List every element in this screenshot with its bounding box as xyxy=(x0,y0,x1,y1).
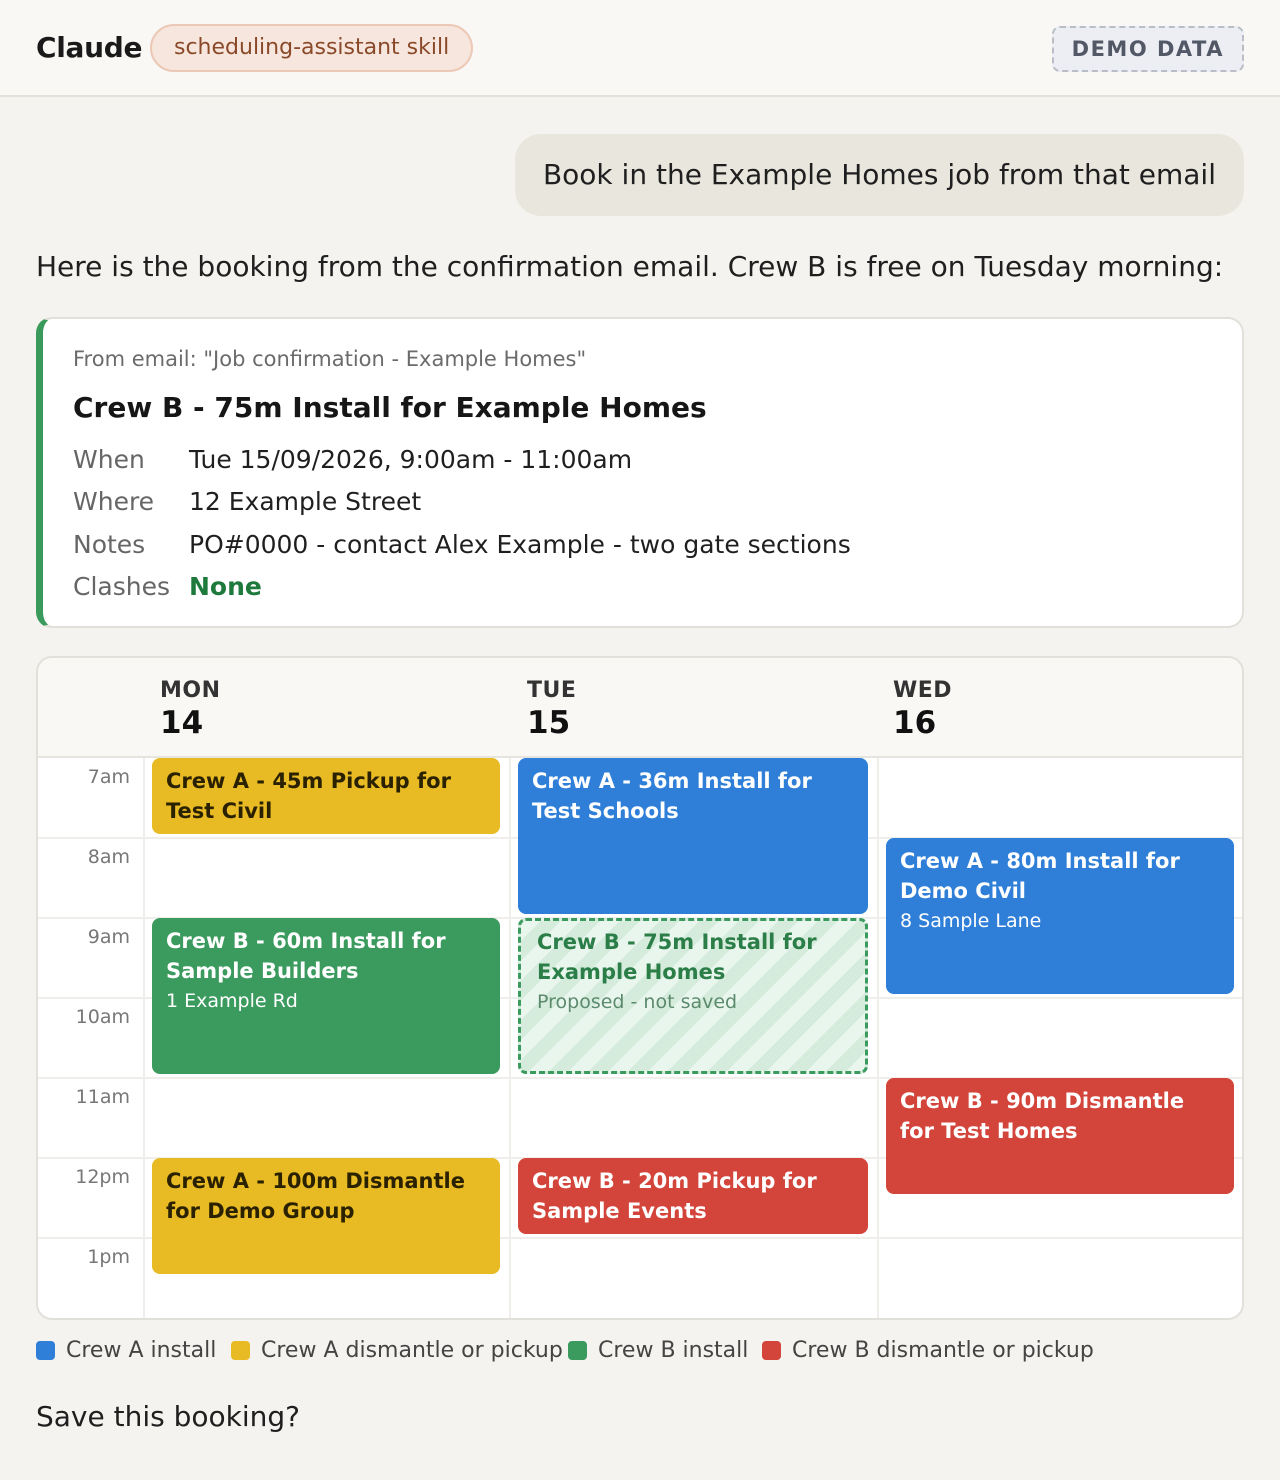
clash-status: None xyxy=(189,572,262,601)
event-wed-install[interactable]: Crew A - 80m Install for Demo Civil 8 Sa… xyxy=(886,838,1234,994)
detail-label: Notes xyxy=(73,530,146,559)
booking-source: From email: "Job confirmation - Example … xyxy=(73,347,587,371)
time-label: 11am xyxy=(75,1086,130,1108)
event-title: Crew B - 20m Pickup for Sample Events xyxy=(532,1169,817,1223)
day-name: WED xyxy=(893,678,953,703)
event-wed-dismantle[interactable]: Crew B - 90m Dismantle for Test Homes xyxy=(886,1078,1234,1194)
calendar-header: MON 14 TUE 15 WED 16 xyxy=(38,658,1242,758)
detail-label: Where xyxy=(73,487,155,516)
day-header-wed: WED 16 xyxy=(893,678,952,741)
event-title: Crew B - 60m Install for Sample Builders xyxy=(166,929,446,983)
day-header-tue: TUE 15 xyxy=(527,678,576,741)
week-calendar: MON 14 TUE 15 WED 16 7am 8am 9am 10am 11… xyxy=(36,656,1244,1320)
detail-value: Tue 15/09/2026, 9:00am - 11:00am xyxy=(189,445,633,474)
calendar-grid: 7am 8am 9am 10am 11am 12pm 1pm Crew A - … xyxy=(38,758,1242,1318)
legend-label: Crew B dismantle or pickup xyxy=(792,1338,1094,1363)
day-column-divider xyxy=(509,758,511,1318)
time-label: 1pm xyxy=(87,1246,130,1268)
legend-label: Crew A install xyxy=(66,1338,217,1363)
time-label: 10am xyxy=(75,1006,130,1028)
demo-data-badge: DEMO DATA xyxy=(1051,26,1244,72)
assistant-intro-text: Here is the booking from the confirmatio… xyxy=(36,250,1224,283)
event-location: 8 Sample Lane xyxy=(900,910,1042,932)
time-label: 8am xyxy=(87,846,130,868)
detail-label: When xyxy=(73,445,145,474)
event-tue-pickup[interactable]: Crew B - 20m Pickup for Sample Events xyxy=(518,1158,868,1234)
event-title: Crew A - 36m Install for Test Schools xyxy=(532,769,812,823)
day-number: 15 xyxy=(527,705,571,741)
top-bar: Claude scheduling-assistant skill DEMO D… xyxy=(0,0,1280,97)
legend-swatch xyxy=(231,1341,250,1360)
day-header-mon: MON 14 xyxy=(160,678,221,741)
event-mon-pickup[interactable]: Crew A - 45m Pickup for Test Civil xyxy=(152,758,500,834)
app-title: Claude xyxy=(36,31,143,64)
detail-label: Clashes xyxy=(73,572,170,601)
detail-value: PO#0000 - contact Alex Example - two gat… xyxy=(189,530,851,559)
event-tue-proposed-booking[interactable]: Crew B - 75m Install for Example Homes P… xyxy=(518,918,868,1074)
booking-title: Crew B - 75m Install for Example Homes xyxy=(73,391,707,424)
event-title: Crew A - 100m Dismantle for Demo Group xyxy=(166,1169,465,1223)
booking-card: From email: "Job confirmation - Example … xyxy=(36,317,1244,628)
legend-label: Crew B install xyxy=(598,1338,749,1363)
day-number: 14 xyxy=(160,705,204,741)
event-mon-install[interactable]: Crew B - 60m Install for Sample Builders… xyxy=(152,918,500,1074)
time-label: 12pm xyxy=(75,1166,130,1188)
detail-value: 12 Example Street xyxy=(189,487,422,516)
skill-badge: scheduling-assistant skill xyxy=(150,24,474,72)
event-mon-dismantle[interactable]: Crew A - 100m Dismantle for Demo Group xyxy=(152,1158,500,1274)
event-status: Proposed - not saved xyxy=(537,991,738,1013)
day-column-divider xyxy=(877,758,879,1318)
event-title: Crew B - 75m Install for Example Homes xyxy=(537,930,817,984)
event-title: Crew A - 45m Pickup for Test Civil xyxy=(166,769,451,823)
day-number: 16 xyxy=(893,705,937,741)
time-label: 7am xyxy=(87,766,130,788)
event-tue-install[interactable]: Crew A - 36m Install for Test Schools xyxy=(518,758,868,914)
time-label: 9am xyxy=(87,926,130,948)
legend-swatch xyxy=(568,1341,587,1360)
closing-question: Save this booking? xyxy=(36,1400,301,1433)
day-column-divider xyxy=(143,758,145,1318)
legend-label: Crew A dismantle or pickup xyxy=(261,1338,563,1363)
event-title: Crew B - 90m Dismantle for Test Homes xyxy=(900,1089,1185,1143)
event-location: 1 Example Rd xyxy=(166,990,298,1012)
legend-swatch xyxy=(762,1341,781,1360)
user-message-bubble: Book in the Example Homes job from that … xyxy=(514,134,1244,216)
day-name: TUE xyxy=(527,678,577,703)
day-name: MON xyxy=(160,678,221,703)
legend-swatch xyxy=(36,1341,55,1360)
event-title: Crew A - 80m Install for Demo Civil xyxy=(900,849,1180,903)
